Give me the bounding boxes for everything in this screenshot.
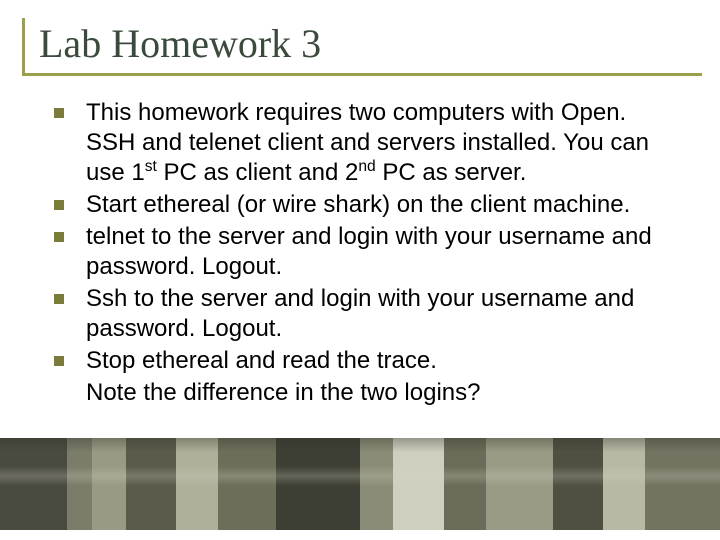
list-item: telnet to the server and login with your… bbox=[54, 222, 674, 282]
slide: Lab Homework 3 This homework requires tw… bbox=[0, 0, 720, 540]
list-item: This homework requires two computers wit… bbox=[54, 98, 674, 188]
text-fragment: PC as server. bbox=[376, 159, 527, 186]
bullet-icon bbox=[54, 232, 64, 242]
content-area: This homework requires two computers wit… bbox=[18, 98, 684, 408]
bullet-text: Ssh to the server and login with your us… bbox=[86, 284, 674, 344]
bullet-icon bbox=[54, 108, 64, 118]
superscript: nd bbox=[358, 158, 375, 175]
list-item: Ssh to the server and login with your us… bbox=[54, 284, 674, 344]
list-item: Start ethereal (or wire shark) on the cl… bbox=[54, 190, 674, 220]
footer-image bbox=[0, 438, 720, 530]
superscript: st bbox=[145, 158, 157, 175]
title-container: Lab Homework 3 bbox=[22, 18, 702, 76]
text-fragment: PC as client and 2 bbox=[157, 159, 358, 186]
bullet-text: telnet to the server and login with your… bbox=[86, 222, 674, 282]
bullet-icon bbox=[54, 294, 64, 304]
list-item: Stop ethereal and read the trace. bbox=[54, 346, 674, 376]
slide-title: Lab Homework 3 bbox=[39, 20, 702, 67]
bullet-text: This homework requires two computers wit… bbox=[86, 98, 674, 188]
bullet-icon bbox=[54, 200, 64, 210]
bullet-text: Start ethereal (or wire shark) on the cl… bbox=[86, 190, 674, 220]
bullet-text: Stop ethereal and read the trace. bbox=[86, 346, 674, 376]
note-text: Note the difference in the two logins? bbox=[54, 378, 674, 408]
bullet-icon bbox=[54, 356, 64, 366]
